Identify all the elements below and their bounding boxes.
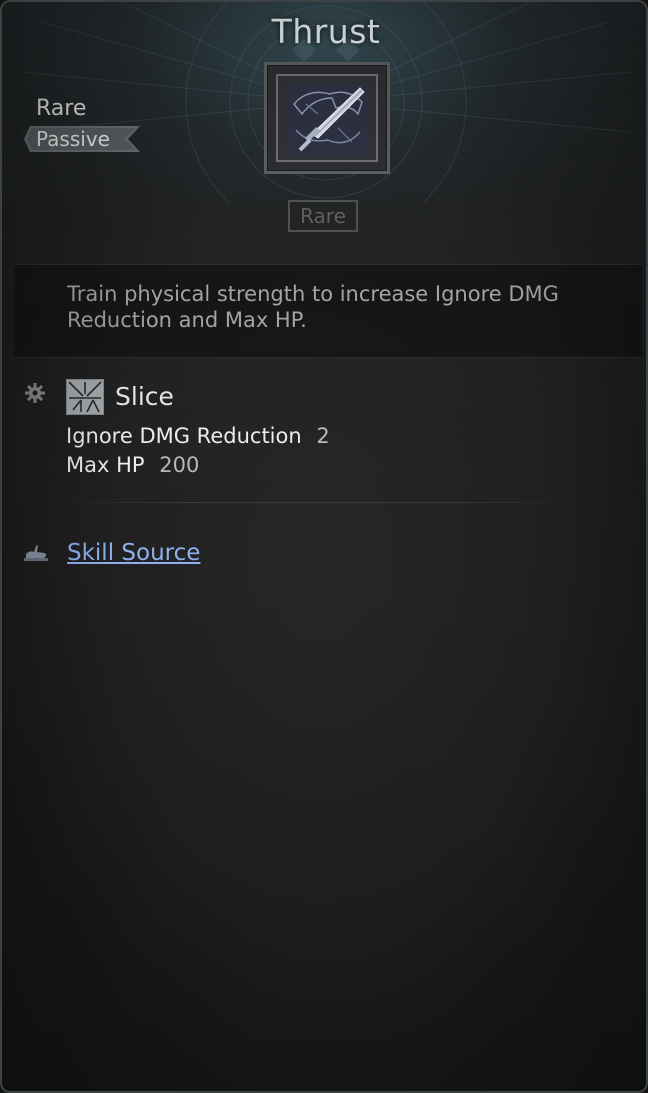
stat-label: Ignore DMG Reduction — [66, 424, 302, 448]
stat-value: 2 — [316, 424, 330, 448]
skill-type-tag: Passive — [24, 126, 140, 152]
skill-tooltip-panel: Thrust Rare Passive Rare Train physical … — [0, 0, 648, 1093]
skill-source-link[interactable]: Skill Source — [67, 537, 200, 569]
effect-skill-name: Slice — [115, 382, 174, 411]
stat-label: Max HP — [66, 453, 145, 477]
slice-skill-icon[interactable] — [66, 379, 104, 415]
grade-badge: Rare — [288, 200, 358, 232]
hand-pointer-icon — [24, 545, 48, 561]
skill-icon-slot — [276, 74, 378, 162]
gear-icon — [25, 383, 45, 403]
stat-row-ignore-dmg-reduction: Ignore DMG Reduction 2 — [66, 422, 330, 450]
effect-section: Slice Ignore DMG Reduction 2 Max HP 200 — [2, 374, 646, 514]
skill-title: Thrust — [271, 12, 381, 51]
skill-grade-label: Rare — [36, 96, 87, 121]
description-box: Train physical strength to increase Igno… — [14, 264, 642, 358]
skill-icon-frame — [264, 62, 390, 174]
sword-icon — [288, 84, 368, 154]
skill-description: Train physical strength to increase Igno… — [67, 282, 559, 332]
slice-skill-art — [67, 380, 103, 414]
stat-value: 200 — [159, 453, 200, 477]
stat-row-max-hp: Max HP 200 — [66, 451, 199, 479]
skill-type-label: Passive — [36, 127, 110, 151]
section-divider — [62, 502, 572, 503]
